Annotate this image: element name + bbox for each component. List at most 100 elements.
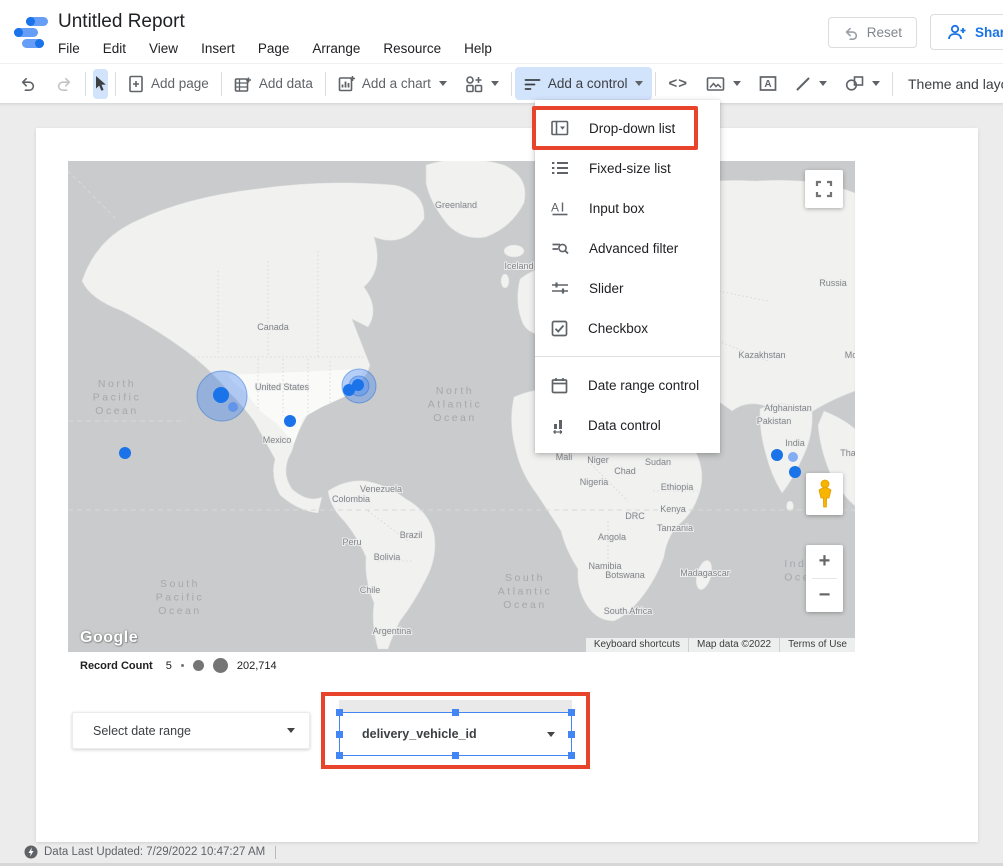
ocean-label: Ocean xyxy=(158,605,201,617)
reset-label: Reset xyxy=(867,25,902,40)
text-box-icon: A xyxy=(759,75,777,92)
data-control-icon xyxy=(551,417,568,434)
add-control-button[interactable]: Add a control xyxy=(515,67,653,100)
attribution-2[interactable]: Terms of Use xyxy=(779,638,855,652)
status-bar: Data Last Updated: 7/29/2022 10:47:27 AM xyxy=(24,845,276,859)
attribution-1[interactable]: Map data ©2022 xyxy=(688,638,779,652)
map-label-mali: Mali xyxy=(556,452,573,462)
resize-handle-n[interactable] xyxy=(452,709,459,716)
resize-handle-nw[interactable] xyxy=(336,709,343,716)
resize-handle-e[interactable] xyxy=(568,731,575,738)
chevron-down-icon xyxy=(491,81,499,86)
map-label-nigeria: Nigeria xyxy=(580,477,609,487)
status-divider xyxy=(275,846,276,859)
resize-handle-s[interactable] xyxy=(452,752,459,759)
dropdown-list-icon xyxy=(551,120,569,136)
resize-handle-se[interactable] xyxy=(568,752,575,759)
redo-button[interactable] xyxy=(46,64,82,104)
resize-handle-ne[interactable] xyxy=(568,709,575,716)
menu-edit[interactable]: Edit xyxy=(103,41,126,56)
menu-item-date-range-control[interactable]: Date range control xyxy=(535,365,720,405)
menu-item-data-control[interactable]: Data control xyxy=(535,405,720,445)
map-label-sudan: Sudan xyxy=(645,457,671,467)
menu-item-input-box[interactable]: AInput box xyxy=(535,188,720,228)
chevron-down-icon xyxy=(872,81,880,86)
insert-image-button[interactable] xyxy=(697,64,750,104)
legend-bubble-large xyxy=(213,658,228,673)
menu-item-fixed-size-list[interactable]: Fixed-size list xyxy=(535,148,720,188)
undo-button[interactable] xyxy=(10,64,46,104)
report-page[interactable]: GreenlandIcelandCanadaUnited StatesMexic… xyxy=(36,128,978,842)
embed-url-button[interactable]: <> xyxy=(659,64,697,104)
fullscreen-icon xyxy=(815,180,833,198)
menu-resource[interactable]: Resource xyxy=(383,41,441,56)
menu-file[interactable]: File xyxy=(58,41,80,56)
map-label-south-africa: South Africa xyxy=(604,606,653,616)
insert-line-button[interactable] xyxy=(786,64,836,104)
dimension-label: delivery_vehicle_id xyxy=(362,727,477,741)
map-label-argentina: Argentina xyxy=(373,626,412,636)
ocean-label: Pacific xyxy=(93,392,141,404)
resize-handle-sw[interactable] xyxy=(336,752,343,759)
legend-max: 202,714 xyxy=(237,660,277,672)
menu-item-slider[interactable]: Slider xyxy=(535,268,720,308)
chevron-down-icon xyxy=(287,728,295,733)
menu-item-checkbox[interactable]: Checkbox xyxy=(535,308,720,348)
zoom-out-button[interactable]: − xyxy=(806,579,843,612)
map-fullscreen-button[interactable] xyxy=(805,170,843,208)
pegman-icon xyxy=(815,479,835,509)
data-add-icon xyxy=(234,75,252,93)
map-bubble xyxy=(284,415,296,427)
attribution-0[interactable]: Keyboard shortcuts xyxy=(586,638,688,652)
map-bubble xyxy=(789,466,801,478)
menu-insert[interactable]: Insert xyxy=(201,41,235,56)
menu-item-advanced-filter[interactable]: Advanced filter xyxy=(535,228,720,268)
map-bubble xyxy=(213,387,229,403)
community-visualizations-button[interactable] xyxy=(456,64,508,104)
map-label-russia: Russia xyxy=(819,278,847,288)
map-label-canada: Canada xyxy=(257,322,289,332)
new-control-highlight: delivery_vehicle_id xyxy=(321,692,590,769)
code-icon: <> xyxy=(668,75,688,92)
dimension-dropdown-control[interactable]: delivery_vehicle_id xyxy=(339,712,572,756)
toolbar-divider xyxy=(221,72,222,96)
add-chart-button[interactable]: Add a chart xyxy=(329,64,456,104)
menu-view[interactable]: View xyxy=(149,41,178,56)
add-page-button[interactable]: Add page xyxy=(119,64,218,104)
undo-icon xyxy=(19,76,37,92)
insert-shape-button[interactable] xyxy=(836,64,889,104)
date-range-control[interactable]: Select date range xyxy=(72,712,310,749)
menu-arrange[interactable]: Arrange xyxy=(312,41,360,56)
menu-item-label: Drop-down list xyxy=(589,121,675,136)
add-data-button[interactable]: Add data xyxy=(225,64,322,104)
pegman-control[interactable] xyxy=(806,473,843,515)
insert-text-button[interactable]: A xyxy=(750,64,786,104)
add-chart-label: Add a chart xyxy=(362,76,431,91)
map-label-peru: Peru xyxy=(342,537,361,547)
reset-button[interactable]: Reset xyxy=(828,17,917,48)
add-page-label: Add page xyxy=(151,76,209,91)
menu-item-label: Data control xyxy=(588,418,661,433)
theme-layout-button[interactable]: Theme and layout xyxy=(896,64,1003,104)
menu-page[interactable]: Page xyxy=(258,41,290,56)
menu-item-drop-down-list[interactable]: Drop-down list xyxy=(535,108,720,148)
report-title[interactable]: Untitled Report xyxy=(58,11,185,33)
toolbar-divider xyxy=(115,72,116,96)
map-label-colombia: Colombia xyxy=(332,494,370,504)
select-tool-button[interactable] xyxy=(93,69,108,99)
add-data-label: Add data xyxy=(259,76,313,91)
map-label-botswana: Botswana xyxy=(605,570,645,580)
date-range-icon xyxy=(551,377,568,394)
resize-handle-w[interactable] xyxy=(336,731,343,738)
toolbar-divider xyxy=(85,72,86,96)
menubar: File Edit View Insert Page Arrange Resource Hel… xyxy=(58,41,492,56)
share-button[interactable]: Share xyxy=(930,14,1003,50)
chevron-down-icon xyxy=(819,81,827,86)
map-bubble xyxy=(343,384,355,396)
zoom-in-button[interactable]: + xyxy=(806,545,843,578)
map-label-pakistan: Pakistan xyxy=(757,416,792,426)
map-bubble xyxy=(771,449,783,461)
bubble-map-chart[interactable]: GreenlandIcelandCanadaUnited StatesMexic… xyxy=(68,161,855,652)
menu-help[interactable]: Help xyxy=(464,41,492,56)
ocean-label: Ocean xyxy=(433,412,476,424)
